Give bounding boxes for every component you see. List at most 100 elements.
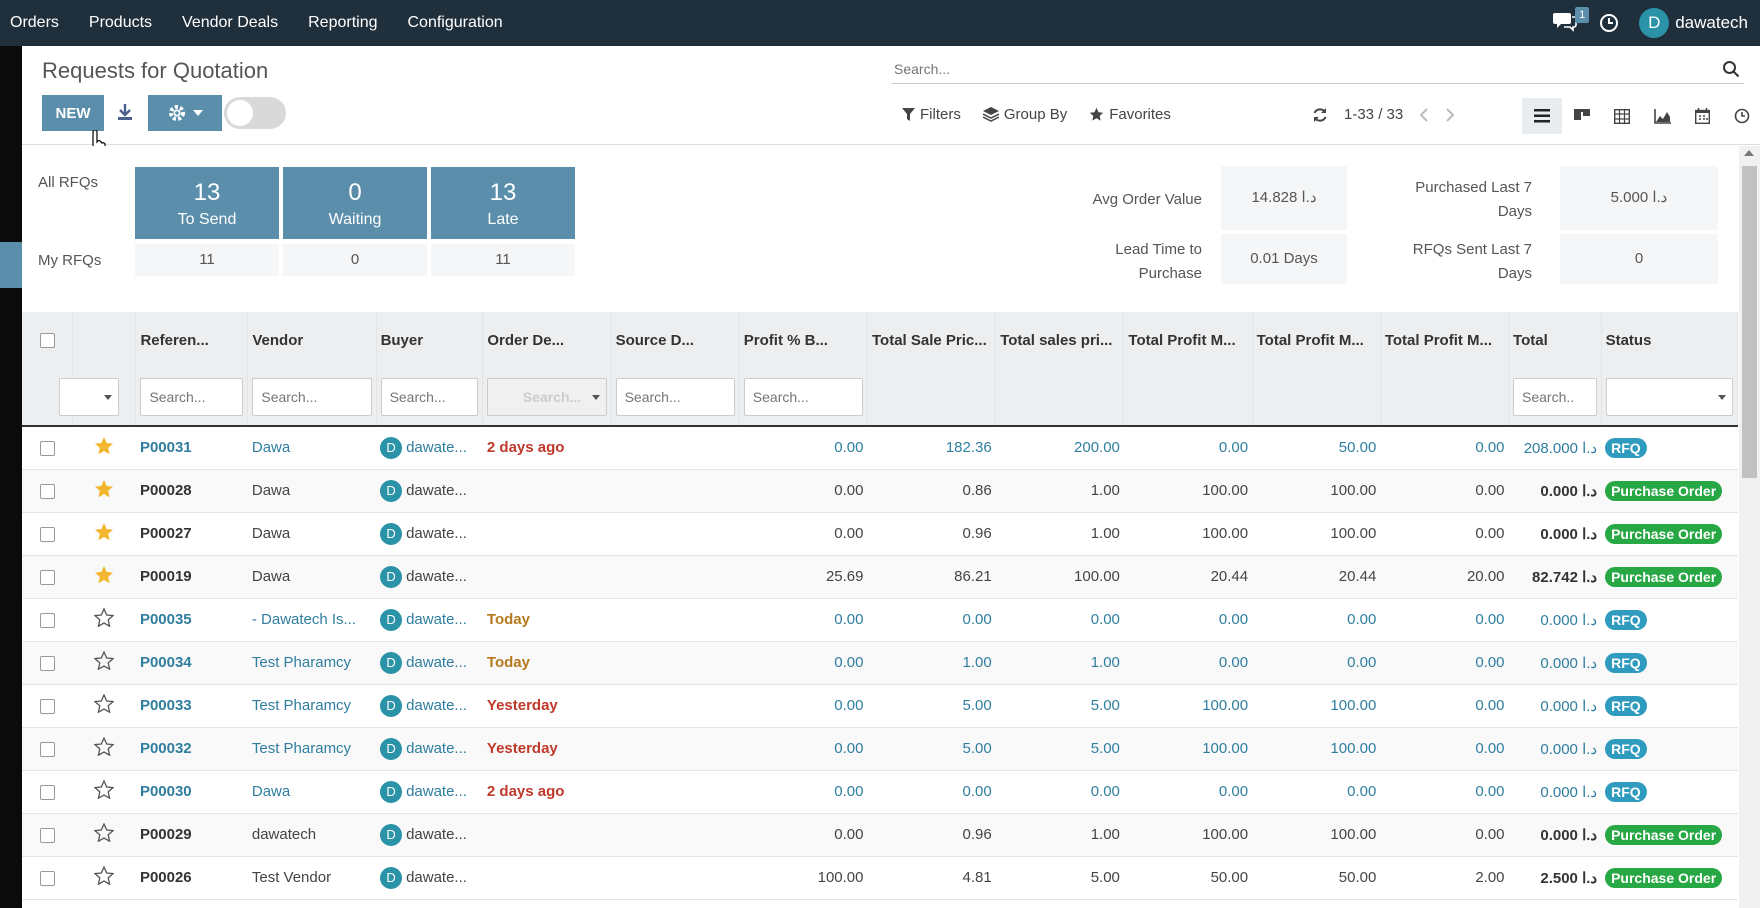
row-checkbox[interactable] (39, 569, 55, 585)
vendor-cell[interactable]: Dawa (247, 469, 377, 513)
vendor-cell[interactable]: dawatech (247, 813, 377, 857)
reference-cell[interactable]: P00027 (135, 512, 248, 556)
select-all-checkbox[interactable] (39, 333, 55, 349)
star-outline-icon[interactable] (93, 822, 115, 846)
vendor-cell[interactable]: - Dawatech Is... (247, 598, 377, 642)
refresh-icon[interactable] (1312, 107, 1328, 123)
row-checkbox[interactable] (39, 612, 55, 628)
col-total-profit-1[interactable]: Total Profit M... (1123, 312, 1253, 368)
deadline-filter-select[interactable]: Search... (487, 377, 607, 416)
row-checkbox[interactable] (39, 784, 55, 800)
col-vendor[interactable]: Vendor (247, 312, 377, 368)
total-filter-input[interactable] (1513, 377, 1597, 416)
vendor-cell[interactable]: Test Pharamcy (247, 684, 377, 728)
reference-cell[interactable]: P00030 (135, 770, 248, 814)
vendor-cell[interactable]: Dawa (247, 555, 377, 599)
activity-view-button[interactable] (1722, 98, 1760, 134)
tile-late[interactable]: 13 Late (431, 167, 575, 239)
actions-gear-button[interactable] (148, 95, 222, 131)
chevron-right-icon[interactable] (1445, 107, 1455, 122)
my-waiting[interactable]: 0 (283, 244, 427, 276)
toggle-switch[interactable] (224, 97, 286, 129)
col-total-sales-price[interactable]: Total sales pri... (995, 312, 1125, 368)
status-filter-select[interactable] (1605, 377, 1733, 416)
col-total-sale-price[interactable]: Total Sale Pric... (867, 312, 997, 368)
vendor-cell[interactable]: Dawa (247, 426, 377, 470)
star-filled-icon[interactable] (94, 566, 114, 588)
filters-button[interactable]: Filters (902, 106, 961, 123)
vendor-cell[interactable]: Test Vendor (247, 856, 377, 900)
col-buyer[interactable]: Buyer (376, 312, 484, 368)
my-to-send[interactable]: 11 (135, 244, 279, 276)
search-icon[interactable] (1722, 60, 1740, 78)
row-checkbox[interactable] (39, 827, 55, 843)
row-checkbox[interactable] (39, 698, 55, 714)
tile-waiting[interactable]: 0 Waiting (283, 167, 427, 239)
col-profit-pct[interactable]: Profit % B... (739, 312, 869, 368)
reference-cell[interactable]: P00028 (135, 469, 248, 513)
reference-cell[interactable]: P00031 (135, 426, 248, 470)
pivot-view-button[interactable] (1602, 98, 1642, 134)
search-input[interactable] (892, 56, 1702, 82)
reference-cell[interactable]: P00019 (135, 555, 248, 599)
star-outline-icon[interactable] (93, 693, 115, 717)
col-reference[interactable]: Referen... (135, 312, 249, 368)
groupby-button[interactable]: Group By (982, 106, 1067, 123)
col-status[interactable]: Status (1601, 312, 1738, 368)
menu-vendor-deals[interactable]: Vendor Deals (167, 0, 293, 46)
new-button[interactable]: NEW (42, 95, 104, 131)
table-row[interactable]: P00026 Test Vendor Ddawate... 100.00 4.81 5.0… (22, 856, 1738, 900)
row-checkbox[interactable] (39, 483, 55, 499)
reference-filter-input[interactable] (140, 377, 244, 416)
reference-cell[interactable]: P00033 (135, 684, 248, 728)
menu-reporting[interactable]: Reporting (293, 0, 392, 46)
row-checkbox[interactable] (39, 870, 55, 886)
source-filter-input[interactable] (615, 377, 735, 416)
table-row[interactable]: P00028 Dawa Ddawate... 0.00 0.86 1.00 100.00 10… (22, 469, 1738, 513)
graph-view-button[interactable] (1642, 98, 1682, 134)
tile-to-send[interactable]: 13 To Send (135, 167, 279, 239)
vendor-cell[interactable]: Dawa (247, 512, 377, 556)
buyer-filter-input[interactable] (380, 377, 479, 416)
star-outline-icon[interactable] (93, 865, 115, 889)
col-total-profit-2[interactable]: Total Profit M... (1252, 312, 1381, 368)
table-row[interactable]: P00031 Dawa Ddawate... 2 days ago 0.00 182.36… (22, 426, 1738, 470)
row-checkbox[interactable] (39, 655, 55, 671)
table-row[interactable]: P00035- Dawatech Is... Ddawate... Today 0.0… (22, 598, 1738, 642)
profit-pct-filter-input[interactable] (743, 377, 863, 416)
reference-cell[interactable]: P00034 (135, 641, 248, 685)
table-row[interactable]: P00034 Test Pharamcy Ddawate... Today 0.00 1.… (22, 641, 1738, 685)
vendor-cell[interactable]: Test Pharamcy (247, 641, 377, 685)
vendor-cell[interactable]: Dawa (247, 770, 377, 814)
table-row[interactable]: P00032 Test Pharamcy Ddawate... Yesterday 0.… (22, 727, 1738, 771)
chevron-left-icon[interactable] (1419, 107, 1429, 122)
col-total[interactable]: Total (1508, 312, 1602, 368)
col-total-profit-3[interactable]: Total Profit M... (1380, 312, 1510, 368)
messages-button[interactable]: 1 (1553, 7, 1590, 36)
star-outline-icon[interactable] (93, 779, 115, 803)
favorites-button[interactable]: Favorites (1089, 106, 1171, 123)
row-checkbox[interactable] (39, 440, 55, 456)
row-checkbox[interactable] (39, 741, 55, 757)
reference-cell[interactable]: P00035 (135, 598, 248, 642)
kanban-view-button[interactable] (1562, 98, 1602, 134)
reference-cell[interactable]: P00029 (135, 813, 248, 857)
vendor-cell[interactable]: Test Pharamcy (247, 727, 377, 771)
table-row[interactable]: P00027 Dawa Ddawate... 0.00 0.96 1.00 100.00 10… (22, 512, 1738, 556)
table-row[interactable]: P00019 Dawa Ddawate... 25.69 86.21 100.00 20.4… (22, 555, 1738, 599)
star-outline-icon[interactable] (93, 650, 115, 674)
star-filled-icon[interactable] (94, 523, 114, 545)
table-row[interactable]: P00030 Dawa Ddawate... 2 days ago 0.00 0.00 0.… (22, 770, 1738, 814)
reference-cell[interactable]: P00026 (135, 856, 248, 900)
scrollbar-thumb[interactable] (1742, 166, 1757, 478)
star-filled-icon[interactable] (94, 480, 114, 502)
download-button[interactable] (114, 101, 136, 125)
vendor-filter-input[interactable] (252, 377, 372, 416)
reference-cell[interactable]: P00032 (135, 727, 248, 771)
star-outline-icon[interactable] (93, 736, 115, 760)
calendar-view-button[interactable] (1682, 98, 1722, 134)
my-late[interactable]: 11 (431, 244, 575, 276)
menu-orders[interactable]: Orders (0, 0, 74, 46)
pager-value[interactable]: 1-33 / 33 (1344, 106, 1403, 123)
col-order-deadline[interactable]: Order De... (482, 312, 612, 368)
